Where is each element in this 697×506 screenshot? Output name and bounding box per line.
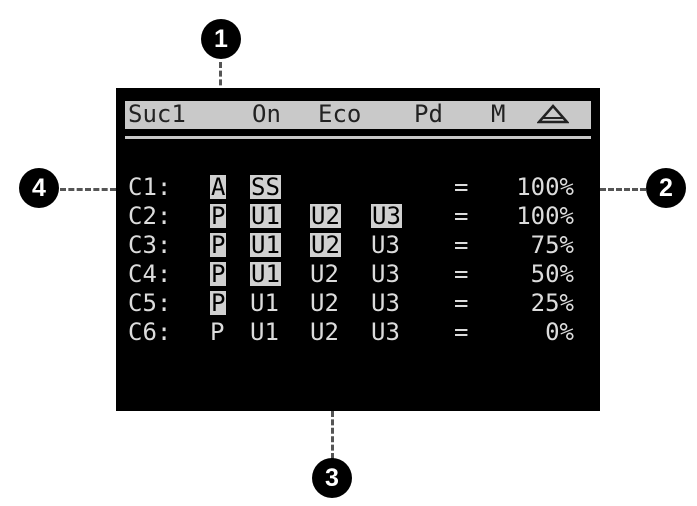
row-label: C2: (128, 202, 172, 230)
state-label: On (252, 100, 281, 128)
row-eq: = (454, 318, 469, 346)
row-b: SS (250, 173, 281, 201)
row-b: U1 (250, 318, 279, 346)
row-c: U2 (310, 260, 339, 288)
row-d: U3 (371, 260, 400, 288)
row-eq: = (454, 173, 469, 201)
callout-1: 1 (201, 19, 241, 59)
row-d: U3 (371, 202, 402, 230)
row-a: P (210, 202, 227, 230)
row-d: U3 (371, 289, 400, 317)
row-b: U1 (250, 231, 281, 259)
row-c: U2 (310, 202, 341, 230)
compressor-row: C6: P U1 U2 U3 = 0% (116, 317, 600, 347)
row-d: U3 (371, 318, 400, 346)
callout-3: 3 (312, 458, 352, 498)
row-b: U1 (250, 289, 279, 317)
compressor-row: C5: P U1 U2 U3 = 25% (116, 288, 600, 318)
row-eq: = (454, 289, 469, 317)
row-pct: 50% (530, 260, 574, 288)
row-eq: = (454, 231, 469, 259)
row-eq: = (454, 202, 469, 230)
pd-label: Pd (414, 100, 443, 128)
compressor-row: C2: P U1 U2 U3 = 100% (116, 201, 600, 231)
row-a: P (210, 260, 227, 288)
callout-3-leader (331, 411, 334, 459)
row-a: P (210, 289, 227, 317)
compressor-row: C4: P U1 U2 U3 = 50% (116, 259, 600, 289)
row-label: C4: (128, 260, 172, 288)
row-a: A (210, 173, 227, 201)
row-b: U1 (250, 260, 281, 288)
callout-2: 2 (646, 168, 686, 208)
row-label: C3: (128, 231, 172, 259)
status-bar: Suc1 On Eco Pd M (125, 100, 591, 129)
row-label: C5: (128, 289, 172, 317)
compressor-row: C1: A SS = 100% (116, 172, 600, 202)
row-eq: = (454, 260, 469, 288)
callout-2-leader (600, 188, 646, 191)
row-label: C6: (128, 318, 172, 346)
row-d: U3 (371, 231, 400, 259)
mode-label: Eco (318, 100, 362, 128)
row-pct: 25% (530, 289, 574, 317)
lcd-screen: Suc1 On Eco Pd M C1: A SS = 100% C2: P U1 U2 U3 = 1… (116, 88, 600, 411)
row-a: P (210, 231, 227, 259)
warning-triangle-icon (537, 104, 569, 124)
callout-4-leader (60, 188, 116, 191)
m-label: M (491, 100, 506, 128)
row-c: U2 (310, 231, 341, 259)
row-a: P (210, 318, 225, 346)
callout-4: 4 (19, 168, 59, 208)
status-bar-underline (125, 136, 591, 139)
row-pct: 100% (516, 173, 574, 201)
controller-display-diagram: Suc1 On Eco Pd M C1: A SS = 100% C2: P U1 U2 U3 = 1… (0, 0, 697, 506)
compressor-row: C3: P U1 U2 U3 = 75% (116, 230, 600, 260)
row-c: U2 (310, 318, 339, 346)
row-b: U1 (250, 202, 281, 230)
row-c: U2 (310, 289, 339, 317)
row-pct: 100% (516, 202, 574, 230)
row-pct: 75% (530, 231, 574, 259)
row-pct: 0% (545, 318, 574, 346)
suction-label: Suc1 (128, 100, 186, 128)
row-label: C1: (128, 173, 172, 201)
